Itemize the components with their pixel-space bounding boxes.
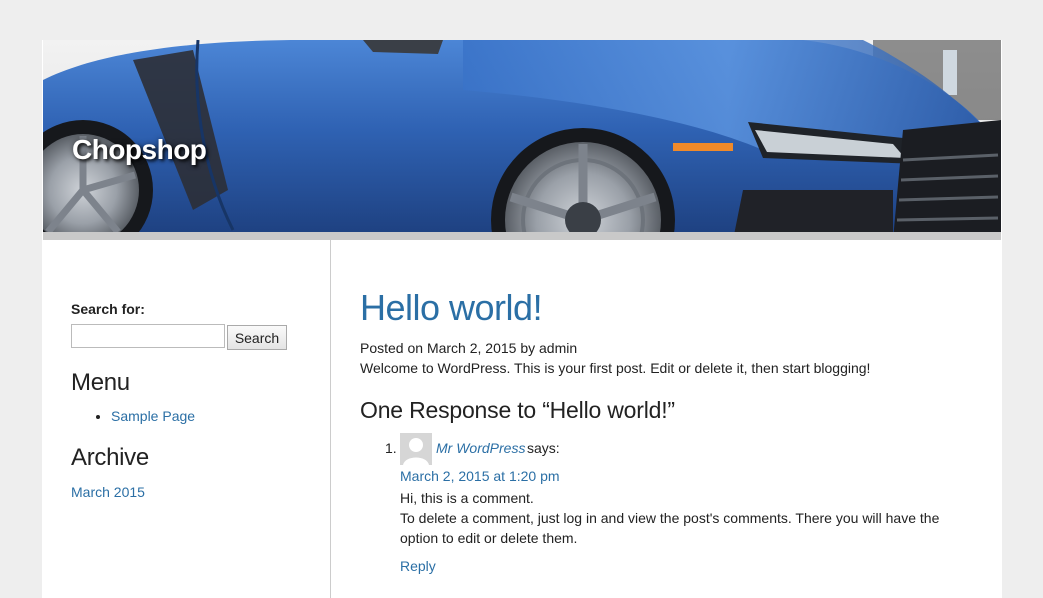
page-wrapper: Chopshop Search for: Search Menu Sample … [42,40,1002,598]
comments-title: One Response to “Hello world!” [360,397,675,423]
header-banner: Chopshop [43,40,1001,240]
menu-list: Sample Page [71,408,195,424]
search-label: Search for: [71,301,145,317]
search-button[interactable]: Search [227,325,287,350]
archive-widget-title: Archive [71,444,149,471]
comment-line: Hi, this is a comment. [400,490,534,506]
archive-link-march-2015[interactable]: March 2015 [71,484,145,500]
post-title[interactable]: Hello world! [360,287,543,329]
comment-line: To delete a comment, just log in and vie… [400,510,940,546]
menu-item: Sample Page [111,408,195,424]
site-title[interactable]: Chopshop [72,134,207,166]
search-input[interactable] [71,324,225,348]
comment-text: Hi, this is a comment. To delete a comme… [400,488,960,548]
menu-link-sample-page[interactable]: Sample Page [111,408,195,424]
comment-number: 1. [385,440,397,456]
comment-author-link[interactable]: Mr WordPress [436,440,525,456]
reply-link[interactable]: Reply [400,558,436,574]
comment-date-link[interactable]: March 2, 2015 at 1:20 pm [400,468,560,484]
sidebar: Search for: Search Menu Sample Page Arch… [42,240,331,598]
menu-widget-title: Menu [71,369,130,396]
post-body: Welcome to WordPress. This is your first… [360,360,871,376]
main-content: Hello world! Posted on March 2, 2015 by … [360,240,980,598]
default-user-avatar-icon [400,433,432,465]
post-meta: Posted on March 2, 2015 by admin [360,340,578,356]
comment-says: says: [527,440,560,456]
